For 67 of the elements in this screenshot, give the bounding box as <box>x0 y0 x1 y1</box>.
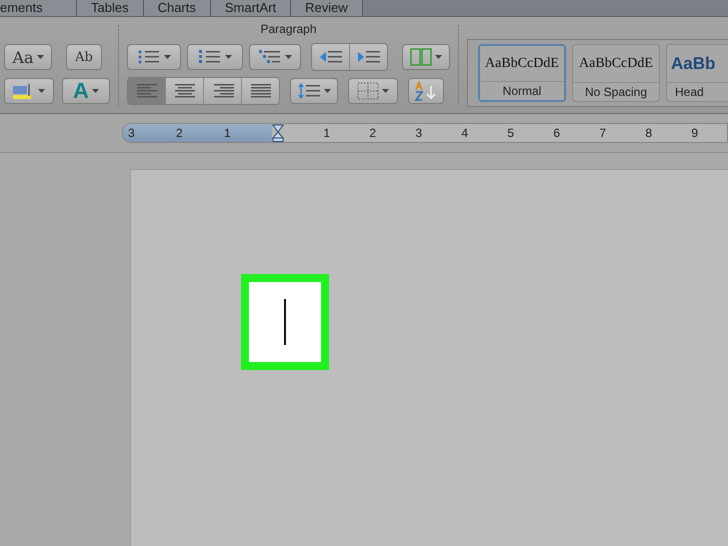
columns-icon <box>410 48 432 66</box>
align-button[interactable] <box>128 78 166 104</box>
decrease-indent-button[interactable] <box>312 44 350 70</box>
highlight-button[interactable] <box>4 78 54 104</box>
align-right-icon <box>212 83 234 99</box>
numbering-button[interactable] <box>187 44 243 70</box>
ruler-number: 8 <box>644 126 652 140</box>
align-button[interactable] <box>204 78 242 104</box>
ribbon-tab[interactable]: Tables <box>77 0 144 16</box>
ruler-number: 4 <box>460 126 468 140</box>
style-card[interactable]: AaBbCcDdE Normal <box>478 44 566 102</box>
bullets-button[interactable] <box>127 44 181 70</box>
style-sample: AaBb <box>670 52 716 74</box>
align-justify-icon <box>250 83 272 99</box>
caret-icon <box>92 89 99 93</box>
ruler-number: 1 <box>322 126 330 140</box>
indent-left-icon <box>318 49 342 65</box>
caret-icon <box>225 55 232 59</box>
ruler-number: 7 <box>598 126 606 140</box>
caret-icon <box>164 55 171 59</box>
change-case-button[interactable]: Aa <box>4 44 52 70</box>
caret-icon <box>38 89 45 93</box>
ruler-number: 9 <box>690 126 698 140</box>
ruler-number: 2 <box>176 126 184 140</box>
ruler-number: 6 <box>552 126 560 140</box>
borders-button[interactable] <box>348 78 398 104</box>
line-spacing-icon <box>297 82 321 100</box>
caret-icon <box>382 89 389 93</box>
text-cursor-icon <box>284 299 286 345</box>
align-button[interactable] <box>242 78 279 104</box>
style-name: Normal <box>480 81 564 100</box>
caret-icon <box>324 89 331 93</box>
clear-formatting-button[interactable]: Ab <box>66 44 102 70</box>
increase-indent-button[interactable] <box>350 44 387 70</box>
indent-right-icon <box>356 49 380 65</box>
line-spacing-button[interactable] <box>290 78 338 104</box>
style-sample: AaBbCcDdE <box>578 54 654 72</box>
ribbon-tab[interactable]: Review <box>291 0 363 16</box>
borders-icon <box>357 82 379 100</box>
columns-button[interactable] <box>402 44 450 70</box>
style-sample: AaBbCcDdE <box>484 54 560 72</box>
ruler-number: 3 <box>414 126 422 140</box>
indent-marker-icon <box>272 124 284 142</box>
align-left-icon <box>136 83 158 99</box>
style-card[interactable]: AaBb Head <box>666 44 728 102</box>
sort-az-icon <box>414 81 438 101</box>
ruler-number: 1 <box>224 126 232 140</box>
ruler-number: 5 <box>506 126 514 140</box>
caret-icon <box>36 55 44 59</box>
align-center-icon <box>174 83 196 99</box>
style-name: No Spacing <box>573 82 659 101</box>
multilevel-list-button[interactable] <box>249 44 301 70</box>
ruler-number: 2 <box>368 126 376 140</box>
ribbon-tab[interactable]: Charts <box>144 0 211 16</box>
style-name: Head <box>667 82 728 101</box>
align-button[interactable] <box>166 78 204 104</box>
multilevel-list-icon <box>258 49 282 65</box>
bullet-list-icon <box>137 49 161 65</box>
sort-button[interactable] <box>408 78 444 104</box>
numbered-list-icon <box>198 49 222 65</box>
caret-icon <box>435 55 442 59</box>
ribbon-tab[interactable]: ements <box>0 0 77 16</box>
style-card[interactable]: AaBbCcDdE No Spacing <box>572 44 660 102</box>
ribbon-tab[interactable]: SmartArt <box>210 0 292 16</box>
group-title: Paragraph <box>259 21 318 37</box>
ruler-number: 3 <box>128 126 136 140</box>
caret-icon <box>285 55 292 59</box>
